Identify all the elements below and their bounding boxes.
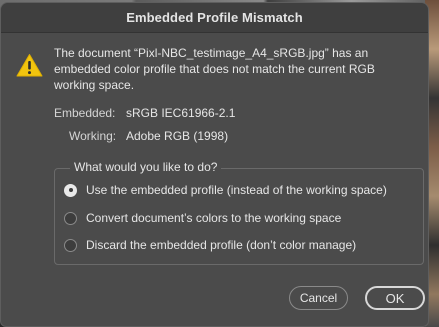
option-discard-label: Discard the embedded profile (don’t colo…	[86, 238, 357, 252]
profile-mismatch-dialog: Embedded Profile Mismatch The document “…	[0, 2, 429, 327]
warning-triangle-icon	[16, 54, 43, 77]
option-convert[interactable]: Convert document’s colors to the working…	[64, 211, 341, 225]
embedded-profile-value: sRGB IEC61966-2.1	[126, 106, 236, 120]
ok-button[interactable]: OK	[365, 286, 425, 310]
embedded-label: Embedded:	[54, 106, 116, 120]
radio-discard[interactable]	[64, 238, 77, 252]
dialog-titlebar: Embedded Profile Mismatch	[1, 3, 428, 33]
working-profile-value: Adobe RGB (1998)	[126, 129, 229, 143]
radio-convert[interactable]	[64, 211, 77, 225]
option-discard[interactable]: Discard the embedded profile (don’t colo…	[64, 238, 356, 252]
option-convert-label: Convert document’s colors to the working…	[86, 211, 342, 225]
working-label: Working:	[69, 129, 117, 143]
radio-use-embedded[interactable]	[64, 183, 77, 197]
option-use-embedded[interactable]: Use the embedded profile (instead of the…	[64, 183, 387, 197]
mismatch-message: The document “Pixl-NBC_testimage_A4_sRGB…	[54, 46, 375, 92]
options-question: What would you like to do?	[70, 160, 222, 174]
cancel-button[interactable]: Cancel	[289, 286, 348, 310]
option-use-embedded-label: Use the embedded profile (instead of the…	[86, 183, 387, 197]
dialog-title: Embedded Profile Mismatch	[126, 10, 303, 25]
